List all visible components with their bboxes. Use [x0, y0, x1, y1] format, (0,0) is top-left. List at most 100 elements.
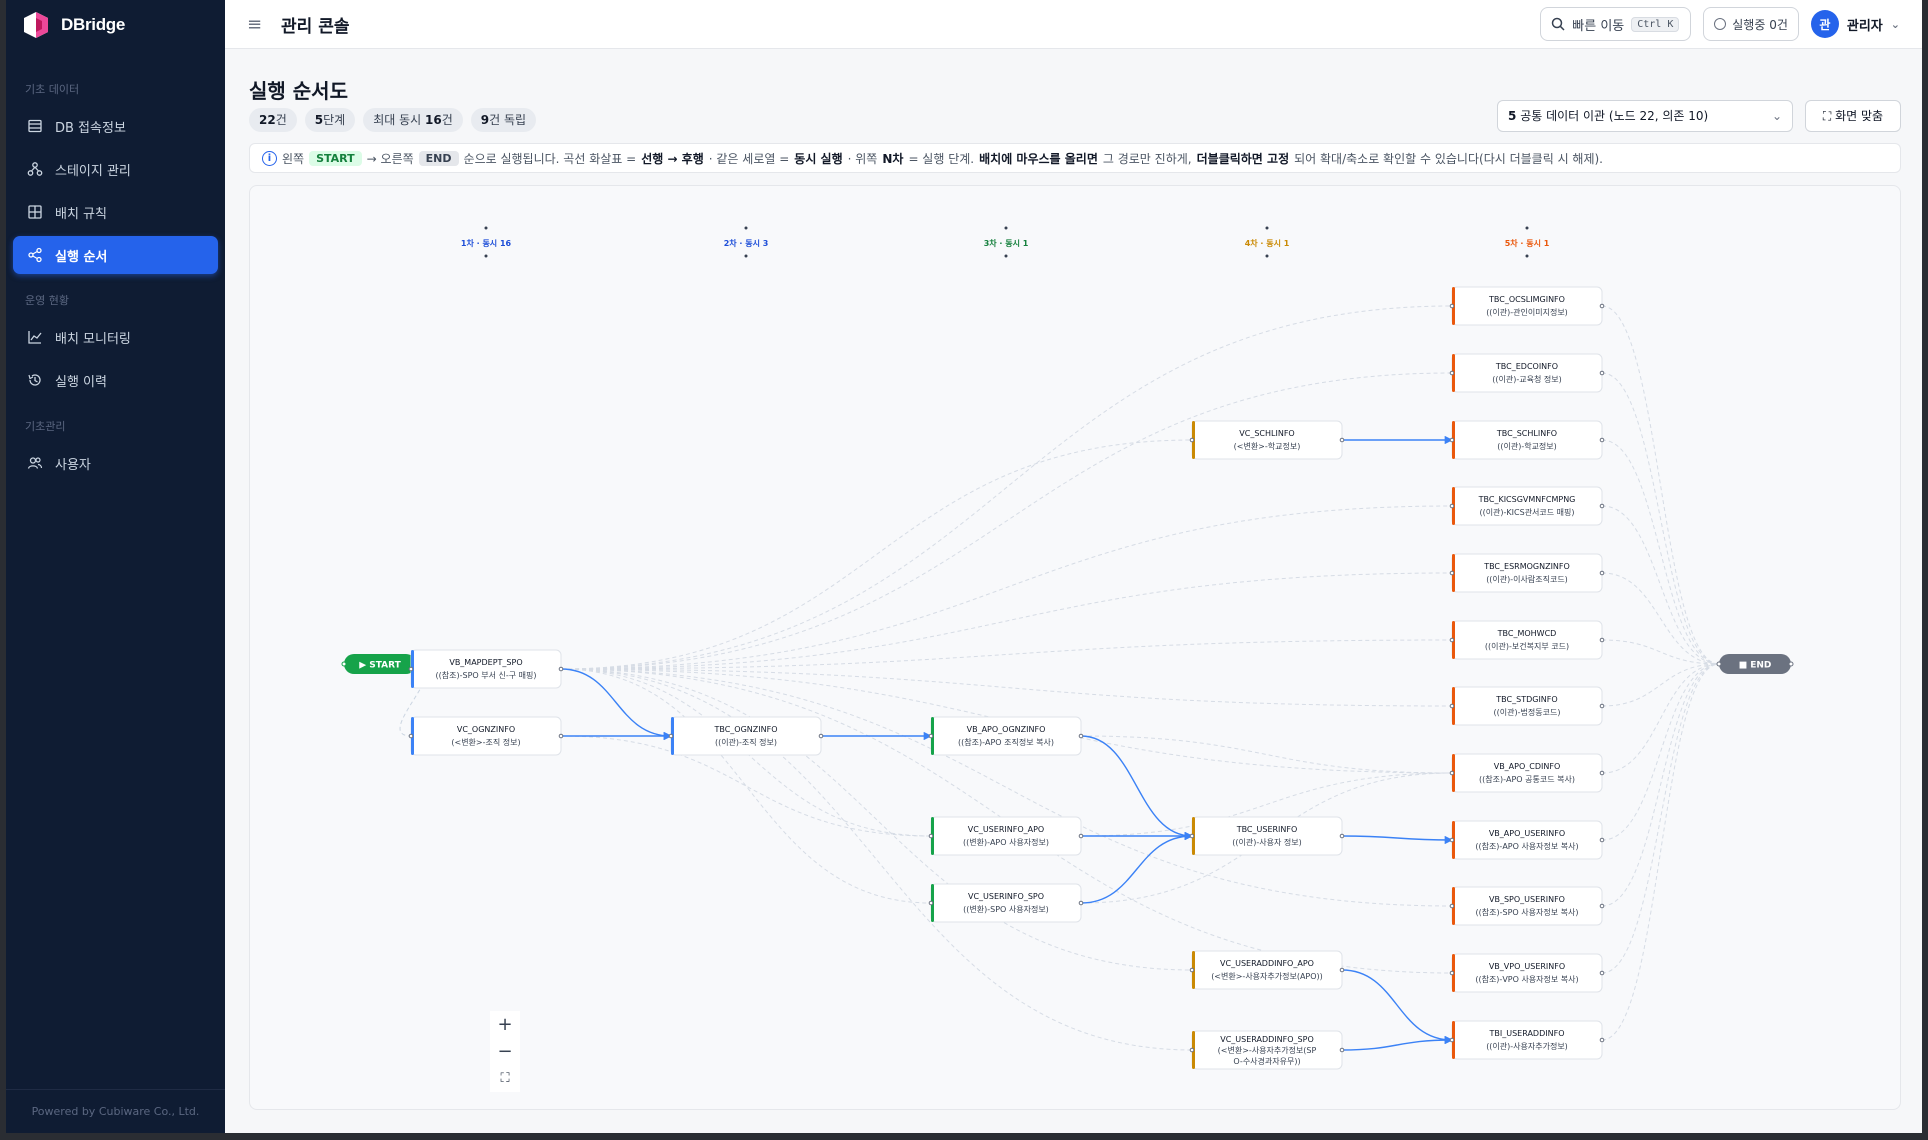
history-icon — [28, 374, 41, 386]
batch-node[interactable]: VB_VPO_USERINFO ((참조)-VPO 사용자정보 복사) — [1449, 953, 1605, 993]
port — [1599, 370, 1605, 376]
port — [1599, 970, 1605, 976]
port — [1339, 1047, 1345, 1053]
batch-node[interactable]: VB_MAPDEPT_SPO ((참조)-SPO 부서 신-구 매핑) — [408, 649, 564, 689]
port — [1078, 833, 1084, 839]
port — [408, 733, 414, 739]
batch-node[interactable]: VC_USERINFO_APO ((변환)-APO 사용자정보) — [928, 816, 1084, 856]
node-name: VB_MAPDEPT_SPO — [449, 658, 522, 667]
port — [1599, 570, 1605, 576]
port — [1339, 833, 1345, 839]
flow-graph[interactable]: 1차 · 동시 16 2차 · 동시 3 3차 · 동시 1 4차 · 동시 1 5차 … — [250, 186, 1901, 1110]
batch-node[interactable]: TBC_EDCOINFO ((이관)-교육청 정보) — [1449, 353, 1605, 393]
stage-label: 1차 · 동시 16 — [461, 238, 512, 248]
stage-dot — [1004, 226, 1008, 230]
info-text: 왼쪽 — [282, 151, 305, 166]
search-icon — [1552, 17, 1565, 31]
zoom-in-button[interactable]: + — [490, 1011, 520, 1038]
stage-dot — [1004, 254, 1008, 258]
port — [1189, 1047, 1195, 1053]
menu-toggle-icon[interactable]: ≡ — [247, 14, 265, 35]
sidebar-item-db-connection[interactable]: DB 접속정보 — [13, 107, 218, 145]
batch-node[interactable]: TBI_USERADDINFO ((이관)-사용자추가정보) — [1449, 1020, 1605, 1060]
port — [1599, 437, 1605, 443]
batch-node[interactable]: VC_USERINFO_SPO ((변환)-SPO 사용자정보) — [928, 883, 1084, 923]
port — [1449, 1037, 1455, 1043]
dependency-edge — [1341, 969, 1454, 1045]
node-desc: ((참조)-APO 조직정보 복사) — [958, 737, 1054, 747]
batch-node[interactable]: TBC_KICSGVMNFCMPNG ((이관)-KICS관서코드 매핑) — [1449, 486, 1605, 526]
edge-dashed — [1601, 663, 1720, 774]
edge-dashed — [560, 372, 1453, 670]
batch-node[interactable]: VB_APO_USERINFO ((참조)-APO 사용자정보 복사) — [1449, 820, 1605, 860]
batch-node[interactable]: VB_APO_CDINFO ((참조)-APO 공통코드 복사) — [1449, 753, 1605, 793]
port — [1599, 703, 1605, 709]
chip-stages: 5단계 — [304, 108, 356, 132]
batch-node[interactable]: TBC_OCSLIMGINFO ((이관)-관인이미지정보) — [1449, 286, 1605, 326]
zoom-out-button[interactable]: − — [490, 1038, 520, 1065]
sidebar-item-stage-management[interactable]: 스테이지 관리 — [13, 150, 218, 188]
sidebar-item-users[interactable]: 사용자 — [13, 444, 218, 482]
port — [928, 900, 934, 906]
group-select[interactable]: 5 공통 데이터 이관 (노드 22, 의존 10) ⌄ — [1497, 100, 1793, 132]
node-box — [1451, 753, 1603, 793]
batch-node[interactable]: VC_USERADDINFO_SPO(<변환>-사용자추가정보(SPO-수사경과… — [1189, 1030, 1345, 1070]
batch-node[interactable]: TBC_OGNZINFO ((이관)-조직 정보) — [668, 716, 824, 756]
brand[interactable]: DBridge — [6, 0, 225, 50]
node-box — [410, 716, 562, 756]
user-menu[interactable]: 관 관리자 ⌄ — [1810, 10, 1900, 38]
batch-node[interactable]: VB_SPO_USERINFO ((참조)-SPO 사용자정보 복사) — [1449, 886, 1605, 926]
node-name: VB_VPO_USERINFO — [1489, 962, 1565, 971]
sidebar-item-execution-order[interactable]: 실행 순서 — [13, 236, 218, 274]
info-bold: 동시 실행 — [794, 151, 843, 166]
node-name: VB_APO_OGNZINFO — [967, 725, 1046, 734]
flow-canvas[interactable]: 1차 · 동시 16 2차 · 동시 3 3차 · 동시 1 4차 · 동시 1 5차 … — [249, 185, 1901, 1110]
node-name: TBC_OGNZINFO — [713, 725, 777, 734]
port — [1339, 967, 1345, 973]
port — [558, 733, 564, 739]
batch-node[interactable]: TBC_STDGINFO ((이관)-법정동코드) — [1449, 686, 1605, 726]
nav-section-management: 기초관리 — [25, 420, 66, 433]
sidebar-item-batch-rules[interactable]: 배치 규칙 — [13, 193, 218, 231]
node-desc: ((이관)-사용자추가정보) — [1486, 1041, 1568, 1051]
quick-move-button[interactable]: 빠른 이동 Ctrl K — [1540, 7, 1692, 41]
edge-dashed — [1601, 663, 1720, 1041]
edge-dashed — [1601, 572, 1720, 665]
end-node-label: ■ END — [1739, 661, 1772, 671]
fit-view-button[interactable]: ⛶ — [490, 1065, 520, 1092]
fit-screen-button[interactable]: ⛶ 화면 맞춤 — [1805, 100, 1901, 132]
batch-node[interactable]: TBC_USERINFO ((이관)-사용자 정보) — [1189, 816, 1345, 856]
node-desc: ((이관)-조직 정보) — [715, 737, 777, 747]
users-icon — [27, 457, 43, 469]
info-text: = 실행 단계. — [908, 151, 975, 166]
running-status[interactable]: 실행중 0건 — [1703, 7, 1799, 41]
port — [1449, 303, 1455, 309]
sidebar-item-execution-history[interactable]: 실행 이력 — [13, 361, 218, 399]
batch-node[interactable]: VC_SCHLINFO (<변환>-학교정보) — [1189, 420, 1345, 460]
port — [1078, 900, 1084, 906]
batch-node[interactable]: TBC_ESRMOGNZINFO ((이관)-이사람조직코드) — [1449, 553, 1605, 593]
batch-node[interactable]: VB_APO_OGNZINFO ((참조)-APO 조직정보 복사) — [928, 716, 1084, 756]
batch-node[interactable]: TBC_MOHWCD ((이관)-보건복지부 코드) — [1449, 620, 1605, 660]
circle-icon — [1714, 18, 1727, 30]
port — [1449, 570, 1455, 576]
node-name: TBC_USERINFO — [1236, 825, 1298, 834]
node-name: VC_USERADDINFO_SPO — [1220, 1035, 1314, 1044]
node-name: TBC_EDCOINFO — [1495, 362, 1558, 371]
batch-node[interactable]: TBC_SCHLINFO ((이관)-학교정보) — [1449, 420, 1605, 460]
node-desc: ((이관)-학교정보) — [1497, 441, 1557, 451]
port — [1449, 903, 1455, 909]
dependency-edge — [1341, 835, 1454, 845]
chip-num: 9 — [480, 113, 490, 127]
page-title: 실행 순서도 — [249, 79, 348, 103]
batch-node[interactable]: VC_OGNZINFO (<변환>-조직 정보) — [408, 716, 564, 756]
sidebar-item-batch-monitoring[interactable]: 배치 모니터링 — [13, 318, 218, 356]
chip-max-concurrent: 최대 동시 16건 — [363, 108, 463, 132]
node-name: VB_SPO_USERINFO — [1489, 895, 1565, 904]
info-icon: i — [262, 150, 277, 166]
edge-dashed — [560, 305, 1453, 670]
node-desc: ((변환)-SPO 사용자정보) — [963, 904, 1049, 914]
stage-dot — [1265, 226, 1269, 230]
node-box — [930, 816, 1082, 856]
batch-node[interactable]: VC_USERADDINFO_APO (<변환>-사용자추가정보(APO)) — [1189, 950, 1345, 990]
